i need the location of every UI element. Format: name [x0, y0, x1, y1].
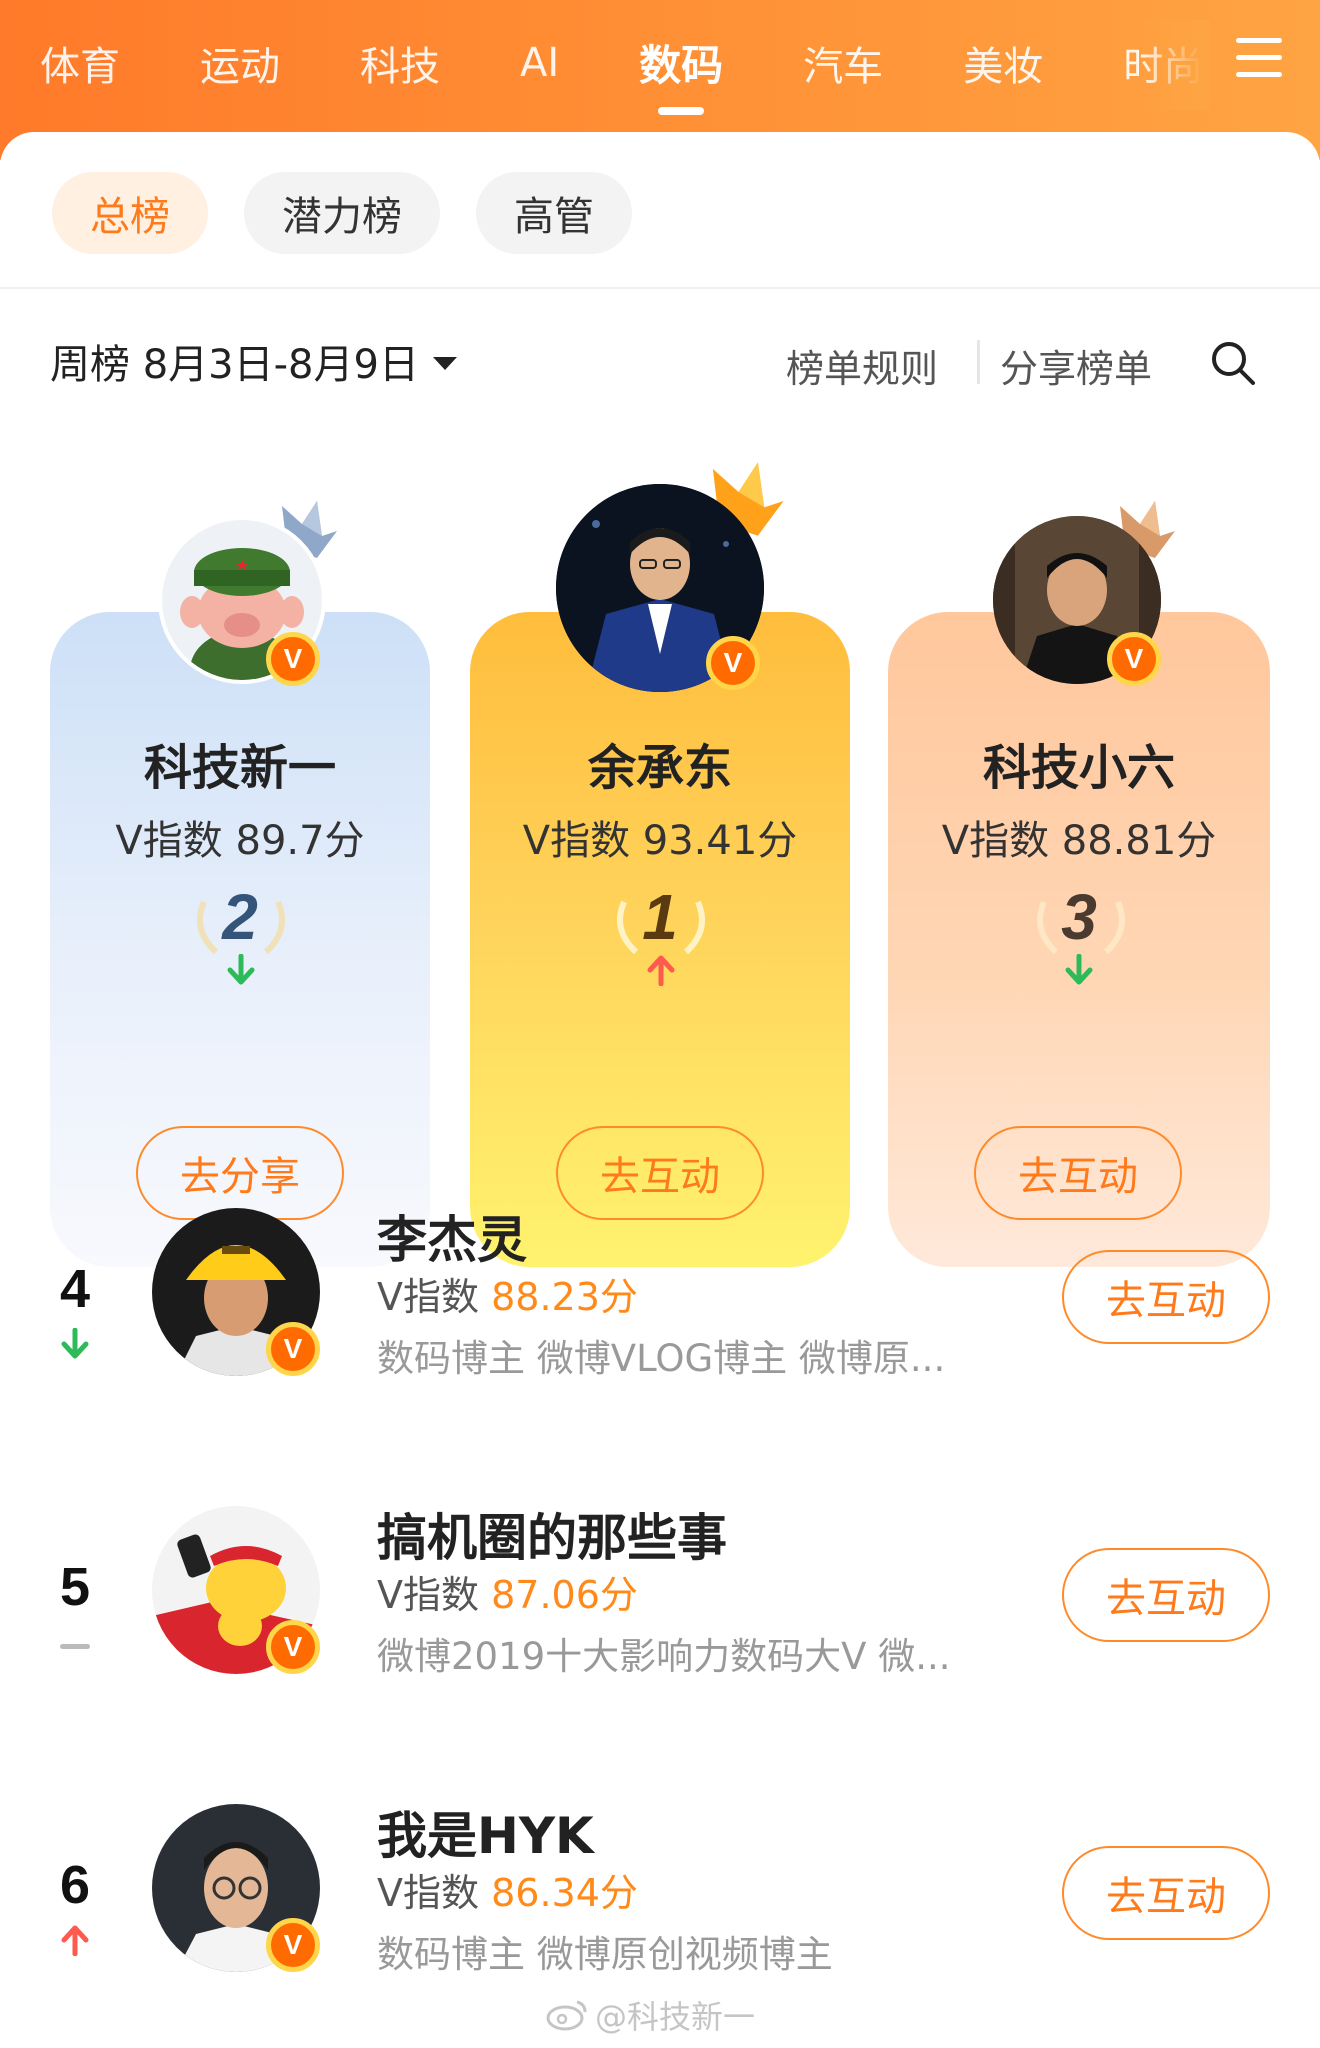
row-rank: 6: [59, 1855, 91, 1915]
trend-same-icon: [60, 1644, 90, 1649]
verified-badge: V: [266, 1620, 320, 1674]
tab-beauty[interactable]: 美妆: [963, 34, 1043, 92]
watermark-text: @科技新一: [595, 1998, 756, 2036]
subtab-overall[interactable]: 总榜: [52, 172, 208, 254]
podium-name-second[interactable]: 科技新一: [50, 728, 430, 798]
interact-button[interactable]: 去互动: [556, 1126, 764, 1220]
score-value: 88.23分: [491, 1275, 638, 1319]
verified-badge: V: [266, 1918, 320, 1972]
podium-score-third: V指数 88.81分: [941, 818, 1217, 864]
row-name[interactable]: 我是HYK: [377, 1796, 594, 1868]
tab-auto[interactable]: 汽车: [803, 34, 883, 92]
row-score: V指数 88.23分: [377, 1266, 638, 1321]
rules-link[interactable]: 榜单规则: [786, 338, 938, 393]
trend-down-icon: [1065, 954, 1093, 985]
score-label: V指数: [377, 1275, 479, 1319]
period-label: 周榜 8月3日-8月9日: [50, 342, 419, 388]
score-value: 86.34分: [491, 1871, 638, 1915]
verified-badge: V: [266, 632, 320, 686]
subtab-potential[interactable]: 潜力榜: [244, 172, 440, 254]
trend-up-icon: [61, 1925, 89, 1956]
trend-up-icon: [647, 955, 675, 986]
podium-rank-second: 2: [222, 881, 258, 953]
ranking-panel: 总榜 潜力榜 高管 周榜 8月3日-8月9日 榜单规则 分享榜单 V V V 科…: [0, 132, 1320, 2048]
tab-exercise[interactable]: 运动: [200, 34, 280, 92]
podium-rank-third: 3: [1061, 881, 1097, 953]
tab-sports[interactable]: 体育: [40, 34, 120, 92]
row-rank: 5: [59, 1557, 91, 1617]
row-tags: 数码博主 微博VLOG博主 微博原...: [377, 1337, 946, 1380]
podium-rank-first: 1: [642, 881, 678, 953]
score-label: V指数: [377, 1573, 479, 1617]
interact-button[interactable]: 去互动: [1062, 1846, 1270, 1940]
search-icon[interactable]: [1208, 338, 1258, 388]
caret-down-icon: [432, 356, 457, 370]
share-button[interactable]: 去分享: [136, 1126, 344, 1220]
divider: [0, 287, 1320, 289]
row-rank: 4: [59, 1259, 91, 1319]
row-name[interactable]: 搞机圈的那些事: [377, 1498, 727, 1570]
trend-down-icon: [61, 1328, 89, 1359]
row-score: V指数 87.06分: [377, 1564, 638, 1619]
period-selector[interactable]: 周榜 8月3日-8月9日: [50, 332, 457, 390]
row-name[interactable]: 李杰灵: [377, 1200, 527, 1272]
tabs-fade: [1140, 20, 1210, 110]
interact-button[interactable]: 去互动: [1062, 1548, 1270, 1642]
menu-icon[interactable]: [1236, 38, 1282, 82]
trend-down-icon: [227, 954, 255, 985]
separator: [977, 340, 980, 384]
interact-button[interactable]: 去互动: [974, 1126, 1182, 1220]
category-tabs: 体育 运动 科技 AI 数码 汽车 美妆 时尚 母婴: [0, 0, 1220, 125]
watermark: @科技新一: [545, 1992, 755, 2038]
interact-button[interactable]: 去互动: [1062, 1250, 1270, 1344]
row-tags: 微博2019十大影响力数码大V 微...: [377, 1635, 951, 1678]
subtab-executives[interactable]: 高管: [476, 172, 632, 254]
weibo-icon: [546, 2000, 587, 2031]
tab-digital[interactable]: 数码: [639, 32, 723, 93]
share-list-link[interactable]: 分享榜单: [1000, 338, 1152, 393]
podium-name-first[interactable]: 余承东: [470, 728, 850, 798]
row-score: V指数 86.34分: [377, 1862, 638, 1917]
tab-tech[interactable]: 科技: [360, 34, 440, 92]
podium-score-first: V指数 93.41分: [522, 818, 798, 864]
verified-badge: V: [266, 1322, 320, 1376]
podium-score-second: V指数 89.7分: [115, 818, 365, 864]
podium-name-third[interactable]: 科技小六: [889, 728, 1269, 798]
verified-badge: V: [706, 636, 760, 690]
score-label: V指数: [377, 1871, 479, 1915]
row-tags: 数码博主 微博原创视频博主: [377, 1933, 833, 1976]
ranking-subtabs: 总榜 潜力榜 高管: [52, 172, 668, 254]
score-value: 87.06分: [491, 1573, 638, 1617]
tab-ai[interactable]: AI: [520, 40, 559, 86]
verified-badge: V: [1107, 632, 1161, 686]
